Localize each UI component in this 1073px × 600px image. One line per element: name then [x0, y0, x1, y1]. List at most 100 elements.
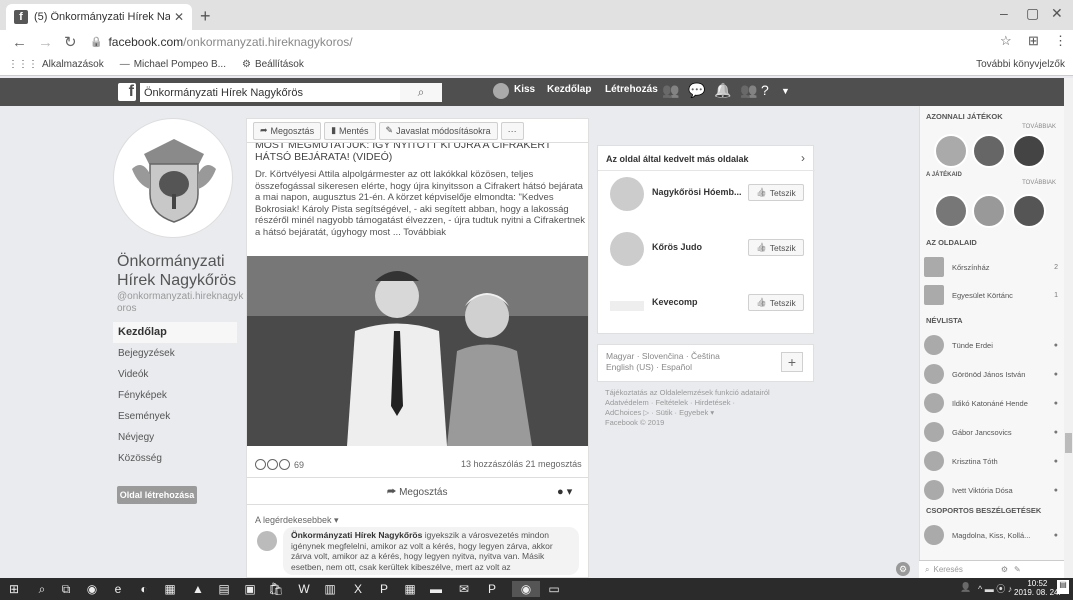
reactions-summary[interactable]: 69	[255, 459, 304, 470]
chevron-right-icon[interactable]: ›	[801, 151, 805, 165]
language-links-1[interactable]: Magyar · Slovenčina · Čeština	[606, 351, 805, 362]
chat-search-input[interactable]: ⌕ Keresés ⚙ ✎	[919, 560, 1064, 578]
friend-requests-icon[interactable]: 👥	[662, 82, 679, 99]
menu-icon[interactable]: ⋮	[1054, 33, 1067, 49]
like-page-button[interactable]: 👍 Tetszik	[748, 239, 804, 256]
extension-icon[interactable]: ⊞	[1028, 33, 1039, 49]
other-bookmarks[interactable]: További könyvjelzők	[976, 59, 1065, 70]
contact-item[interactable]: Ildikó Katonáné Hende ●	[924, 392, 1062, 414]
app-icon[interactable]: ▣	[242, 581, 258, 597]
chrome-active-icon[interactable]: ◉	[512, 581, 540, 597]
like-page-button[interactable]: 👍 Tetszik	[748, 294, 804, 311]
settings-gear-icon[interactable]: ⚙	[1001, 565, 1008, 574]
mail-icon[interactable]: ✉	[456, 581, 472, 597]
word-icon[interactable]: W	[296, 581, 312, 597]
folder-icon[interactable]: ▭	[546, 581, 562, 597]
save-button[interactable]: ▮ Mentés	[324, 121, 376, 140]
nav-posts[interactable]: Bejegyzések	[113, 343, 237, 364]
bookmark-settings[interactable]: ⚙ Beállítások	[242, 59, 304, 70]
share-page-button[interactable]: ➦ Megosztás	[253, 121, 322, 140]
minimize-icon[interactable]: –	[1000, 5, 1008, 21]
footer-line[interactable]: AdChoices ▷ · Sütik · Egyebek ▾	[605, 408, 815, 418]
share-as-dropdown[interactable]: ● ▾	[557, 485, 572, 498]
liked-page-name[interactable]: Kőrös Judo	[652, 242, 702, 252]
kevecomp-avatar[interactable]	[610, 301, 644, 311]
notifications-center-icon[interactable]: ▤	[1057, 580, 1069, 594]
page-profile-picture[interactable]	[113, 118, 233, 238]
nav-videos[interactable]: Videók	[113, 364, 237, 385]
nav-photos[interactable]: Fényképek	[113, 385, 237, 406]
close-window-icon[interactable]: ✕	[1051, 5, 1063, 22]
taskbar-clock[interactable]: 10:52 2019. 08. 24.	[1014, 579, 1061, 597]
game-icon[interactable]	[934, 134, 968, 168]
create-page-button[interactable]: Oldal létrehozása	[117, 486, 197, 504]
game-icon[interactable]	[972, 134, 1006, 168]
profile-link[interactable]: Kiss	[514, 84, 535, 95]
contact-item[interactable]: Gábor Jancsovics ●	[924, 421, 1062, 443]
comment-author[interactable]: Önkormányzati Hírek Nagykőrös	[291, 530, 422, 540]
liked-page-name[interactable]: Kevecomp	[652, 297, 698, 307]
contact-item[interactable]: Krisztina Tóth ●	[924, 450, 1062, 472]
bookmark-pompeo[interactable]: — Michael Pompeo B...	[120, 59, 226, 70]
app-icon[interactable]: ▦	[162, 581, 178, 597]
page-handle[interactable]: @onkormanyzati.hireknagykoros	[117, 291, 247, 315]
comment-share-counts[interactable]: 13 hozzászólás 21 megosztás	[461, 459, 582, 469]
browser-tab[interactable]: f (5) Önkormányzati Hírek Nagykő ✕	[6, 4, 192, 30]
more-your-games-link[interactable]: TOVÁBBIAK	[1022, 180, 1056, 186]
sidebar-page-item[interactable]: Egyesület Körtánc 1	[924, 284, 1062, 306]
quick-help-people-icon[interactable]: 👥	[740, 82, 757, 99]
game-icon[interactable]	[972, 194, 1006, 228]
nav-events[interactable]: Események	[113, 406, 237, 427]
new-message-icon[interactable]: ✎	[1014, 565, 1021, 574]
share-button[interactable]: ⮫ Megosztás	[387, 487, 447, 498]
judo-avatar[interactable]	[610, 232, 644, 266]
bookmark-apps[interactable]: ⋮⋮⋮ Alkalmazások	[8, 59, 104, 70]
contact-item[interactable]: Ivett Viktória Dósa ●	[924, 479, 1062, 501]
messenger-icon[interactable]: 💬	[688, 82, 705, 99]
language-links-2[interactable]: English (US) · Español	[606, 362, 805, 373]
close-tab-icon[interactable]: ✕	[174, 10, 184, 24]
liked-pages-header[interactable]: Az oldal által kedvelt más oldalak	[606, 154, 749, 164]
publisher-icon[interactable]: P	[484, 581, 500, 597]
edge-icon[interactable]: e	[110, 581, 126, 597]
maximize-icon[interactable]: ▢	[1026, 5, 1039, 22]
reload-icon[interactable]: ↻	[64, 33, 78, 51]
new-tab-button[interactable]: +	[200, 6, 211, 27]
game-icon[interactable]	[934, 194, 968, 228]
search-icon[interactable]: ⌕	[34, 581, 50, 597]
footer-line[interactable]: Adatvédelem · Feltételek · Hirdetések ·	[605, 398, 815, 408]
footer-line[interactable]: Tájékoztatás az Oldalelemzések funkció a…	[605, 388, 815, 398]
nav-about[interactable]: Névjegy	[113, 427, 237, 448]
contact-item[interactable]: Görönöd János István ●	[924, 363, 1062, 385]
excel-icon[interactable]: X	[350, 581, 366, 597]
forward-icon[interactable]: →	[38, 34, 53, 51]
bookmark-star-icon[interactable]: ☆	[1000, 33, 1012, 49]
help-icon[interactable]: ?	[761, 82, 769, 98]
scrollbar-thumb[interactable]	[1065, 433, 1072, 453]
search-icon[interactable]: ⌕	[400, 83, 442, 102]
snowman-avatar[interactable]	[610, 177, 644, 211]
nav-community[interactable]: Közösség	[113, 448, 237, 469]
more-button[interactable]: ···	[500, 121, 524, 140]
notifications-icon[interactable]: 🔔	[714, 82, 731, 99]
user-avatar[interactable]	[493, 83, 509, 99]
comment-avatar[interactable]	[257, 531, 277, 551]
back-icon[interactable]: ←	[12, 34, 27, 51]
chat-settings-icon[interactable]: ⚙	[896, 562, 910, 576]
nav-home[interactable]: Kezdőlap	[113, 322, 237, 343]
account-menu-icon[interactable]: ▼	[781, 86, 790, 96]
people-icon[interactable]: 👤	[960, 582, 971, 593]
app-icon[interactable]: ▦	[402, 581, 418, 597]
add-language-button[interactable]: +	[781, 352, 803, 372]
game-icon[interactable]	[1012, 194, 1046, 228]
facebook-search-input[interactable]: Önkormányzati Hírek Nagykőrös ⌕	[140, 83, 442, 102]
like-page-button[interactable]: 👍 Tetszik	[748, 184, 804, 201]
facebook-logo-icon[interactable]: f	[118, 83, 136, 101]
group-chat-item[interactable]: Magdolna, Kiss, Kollá... ●	[924, 524, 1062, 546]
create-link[interactable]: Létrehozás	[605, 84, 658, 95]
more-games-link[interactable]: TOVÁBBIAK	[1022, 124, 1056, 130]
page-scrollbar[interactable]	[1064, 78, 1073, 578]
firefox-icon[interactable]: ◐	[136, 581, 152, 597]
game-icon[interactable]	[1012, 134, 1046, 168]
liked-page-name[interactable]: Nagykőrösi Hóemb...	[652, 187, 742, 197]
